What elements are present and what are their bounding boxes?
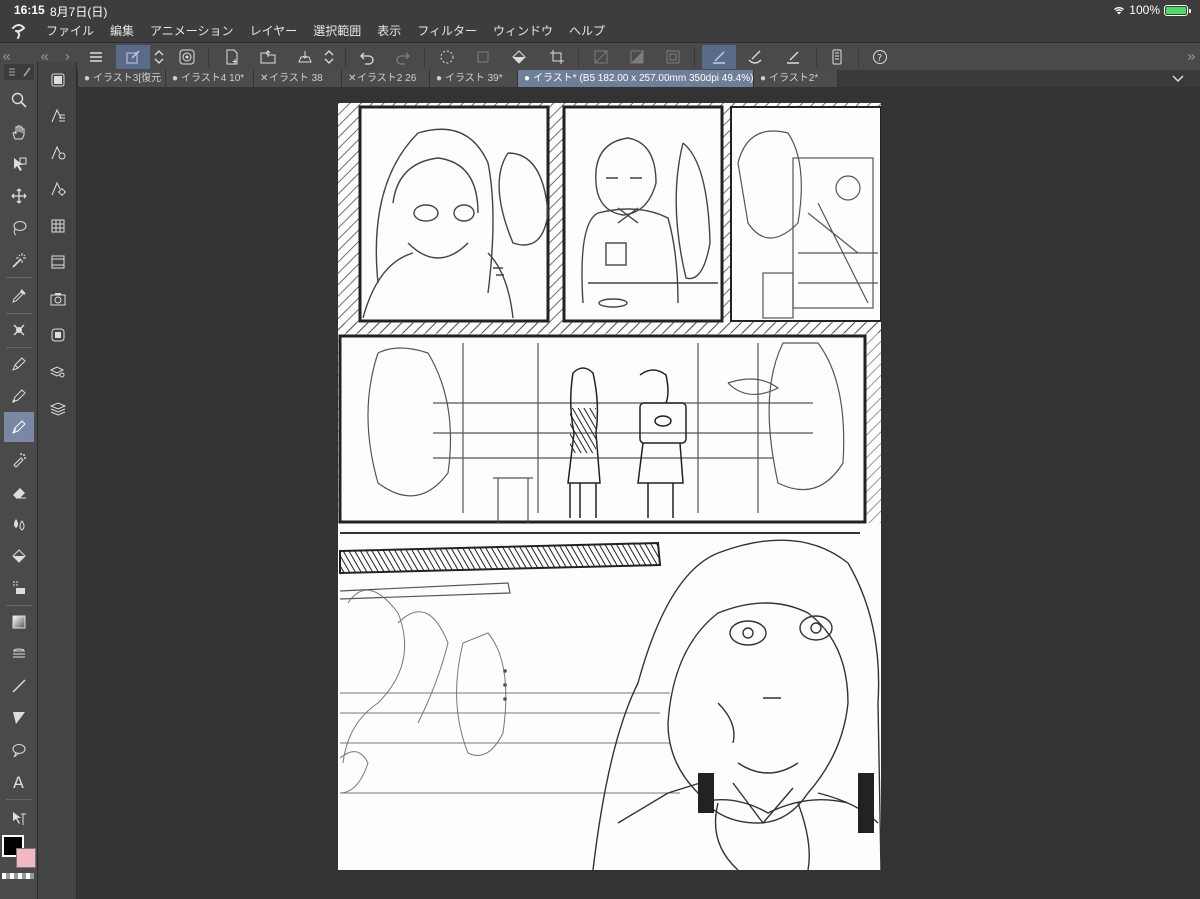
subtool-palette [38, 62, 77, 899]
color-indicator[interactable] [2, 835, 38, 871]
save-icon[interactable] [292, 45, 318, 69]
app-logo-icon[interactable] [0, 20, 38, 42]
loading-icon[interactable] [434, 45, 460, 69]
redo-icon[interactable] [390, 45, 416, 69]
menu-bar: ファイル 編集 アニメーション レイヤー 選択範囲 表示 フィルター ウィンドウ… [0, 20, 1200, 42]
move-icon[interactable] [4, 182, 34, 210]
menu-filter[interactable]: フィルター [409, 20, 485, 42]
fill-icon[interactable] [4, 542, 34, 570]
svg-text:?: ? [877, 53, 882, 64]
battery-icon [1164, 4, 1191, 16]
transform-icon[interactable] [470, 45, 496, 69]
edit-mode-icon[interactable] [116, 45, 150, 69]
fill-selection-icon[interactable] [506, 45, 532, 69]
airbrush-icon[interactable] [4, 446, 34, 474]
status-right: 100% [1113, 3, 1191, 17]
menu-selection[interactable]: 選択範囲 [305, 20, 369, 42]
pencil-icon[interactable] [4, 382, 34, 410]
tab-illust39[interactable]: ● イラスト 39* [430, 70, 518, 87]
undo-icon[interactable] [354, 45, 380, 69]
timeline-icon[interactable] [44, 248, 72, 276]
magic-wand-icon[interactable] [4, 246, 34, 274]
hand-icon[interactable] [4, 118, 34, 146]
save-menu-icon[interactable] [320, 45, 338, 69]
subtool-vector-b[interactable] [44, 139, 72, 167]
subtool-vector-c[interactable] [44, 175, 72, 203]
snap-ruler-icon[interactable] [702, 45, 736, 69]
tab-illust4[interactable]: ● イラスト4 10* [166, 70, 254, 87]
eyedropper-icon[interactable] [4, 282, 34, 310]
layer-search-icon[interactable] [44, 358, 72, 386]
eraser-icon[interactable] [4, 478, 34, 506]
open-folder-icon[interactable] [255, 45, 281, 69]
clock-time: 16:15 [14, 3, 45, 17]
menu-layer[interactable]: レイヤー [242, 20, 306, 42]
wifi-icon [1114, 7, 1125, 15]
menu-animation[interactable]: アニメーション [142, 20, 242, 42]
camera-icon[interactable] [44, 285, 72, 313]
app-window: 16:15 8月7日(日) 100% ファイル 編集 アニメーション レイヤー … [0, 0, 1200, 899]
brush-icon[interactable] [4, 412, 34, 442]
sub-color-swatch[interactable] [16, 848, 36, 868]
chevron-down-icon[interactable] [1170, 71, 1186, 86]
menu-hamburger-icon[interactable] [83, 45, 109, 69]
mode-switch-icon[interactable] [150, 45, 168, 69]
panel-icon[interactable] [44, 66, 72, 94]
tab-illust3[interactable]: ● イラスト3[復元 [78, 70, 166, 87]
operation-icon[interactable] [4, 150, 34, 178]
clock-date: 8月7日(日) [50, 5, 108, 19]
crop-icon[interactable] [544, 45, 570, 69]
battery-percent: 100% [1129, 3, 1160, 17]
tab-illust2-26[interactable]: ✕イラスト2 26 [342, 70, 430, 87]
manga-sketch [338, 103, 881, 870]
lasso-select-icon[interactable] [4, 214, 34, 242]
clear-icon[interactable] [588, 45, 614, 69]
text-icon[interactable]: A [4, 768, 34, 796]
clear-outside-icon[interactable] [624, 45, 650, 69]
blend-drops-icon[interactable] [4, 510, 34, 538]
svg-text:A: A [13, 773, 24, 791]
figure-icon[interactable] [4, 640, 34, 668]
new-file-icon[interactable] [219, 45, 245, 69]
blend-icon[interactable] [4, 316, 34, 344]
correct-line-icon[interactable] [4, 804, 34, 832]
command-bar: ? [0, 42, 1200, 70]
document-tabs: ● イラスト3[復元 ● イラスト4 10* ✕イラスト 38 ✕イラスト2 26 … [78, 70, 1200, 87]
gradient-icon[interactable] [4, 608, 34, 636]
transparent-color-swatch[interactable] [2, 873, 34, 879]
deselect-icon[interactable] [660, 45, 686, 69]
help-icon[interactable]: ? [867, 45, 893, 69]
balloon-icon[interactable] [4, 736, 34, 764]
menu-window[interactable]: ウィンドウ [485, 20, 561, 42]
tab-illust38[interactable]: ✕イラスト 38 [254, 70, 342, 87]
tab-active-illust[interactable]: ● イラスト* (B5 182.00 x 257.00mm 350dpi 49.4… [518, 70, 754, 87]
pen-icon[interactable] [4, 350, 34, 378]
tool-palette-header [4, 64, 34, 80]
menu-file[interactable]: ファイル [38, 20, 102, 42]
snap-grid-icon[interactable] [780, 45, 806, 69]
menu-view[interactable]: 表示 [369, 20, 409, 42]
layer-property-icon[interactable] [44, 321, 72, 349]
status-bar: 16:15 8月7日(日) 100% [0, 0, 1200, 20]
collapse-right-panel-icon[interactable] [1184, 45, 1198, 69]
frame-icon[interactable] [4, 704, 34, 732]
decoration-icon[interactable] [4, 574, 34, 602]
zoom-icon[interactable] [4, 86, 34, 114]
clip-studio-icon[interactable] [174, 45, 200, 69]
layer-icon[interactable] [44, 394, 72, 422]
subtool-vector-a[interactable] [44, 102, 72, 130]
menu-help[interactable]: ヘルプ [561, 20, 613, 42]
device-icon[interactable] [824, 45, 850, 69]
line-icon[interactable] [4, 672, 34, 700]
snap-special-icon[interactable] [742, 45, 768, 69]
menu-edit[interactable]: 編集 [102, 20, 142, 42]
drawing-canvas[interactable] [338, 103, 881, 870]
material-icon[interactable] [44, 212, 72, 240]
tool-palette: A [0, 62, 38, 899]
tab-illust2[interactable]: ● イラスト2* [754, 70, 838, 87]
